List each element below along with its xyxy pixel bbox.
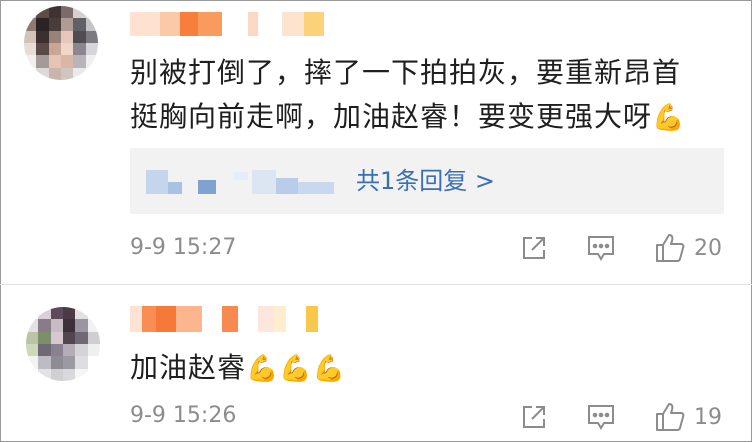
like-count: 19: [694, 404, 722, 430]
comment-text-body: 加油赵睿: [130, 351, 247, 384]
comment-text: 别被打倒了，摔了一下拍拍灰，要重新昂首 挺胸向前走啊，加油赵睿！要变更强大呀💪: [130, 51, 685, 140]
view-replies-link[interactable]: 共1条回复 >: [356, 164, 495, 198]
comment-icon: [588, 405, 614, 430]
like-icon: [656, 234, 685, 262]
comment-text-line-2: 挺胸向前走啊，加油赵睿！要变更强大呀💪: [130, 95, 685, 140]
comment-button[interactable]: [586, 403, 616, 431]
like-count: 20: [694, 235, 722, 261]
username-blurred[interactable]: [130, 306, 318, 332]
timestamp: 9-9 15:27: [130, 235, 237, 260]
reply-author-blurred: [146, 170, 346, 194]
share-icon: [523, 406, 545, 428]
flexed-biceps-emoji: 💪: [652, 103, 686, 133]
like-button[interactable]: 20: [654, 232, 722, 264]
avatar[interactable]: [24, 6, 98, 80]
like-button[interactable]: 19: [654, 401, 722, 433]
share-button[interactable]: [520, 403, 548, 431]
timestamp: 9-9 15:26: [130, 403, 237, 428]
comment-text-line-1: 别被打倒了，摔了一下拍拍灰，要重新昂首: [130, 56, 682, 89]
like-icon: [656, 403, 685, 431]
share-icon: [523, 237, 545, 259]
comment-text: 加油赵睿💪💪💪: [130, 346, 346, 391]
flexed-biceps-emojis: 💪💪💪: [246, 354, 347, 384]
avatar[interactable]: [26, 307, 100, 381]
comment-text-line-2-body: 挺胸向前走啊，加油赵睿！要变更强大呀: [130, 100, 653, 133]
reply-preview[interactable]: 共1条回复 >: [130, 148, 724, 214]
comment-icon: [588, 236, 614, 261]
comment-button[interactable]: [586, 234, 616, 262]
username-blurred[interactable]: [130, 12, 324, 36]
comment-divider: [0, 284, 752, 285]
share-button[interactable]: [520, 234, 548, 262]
